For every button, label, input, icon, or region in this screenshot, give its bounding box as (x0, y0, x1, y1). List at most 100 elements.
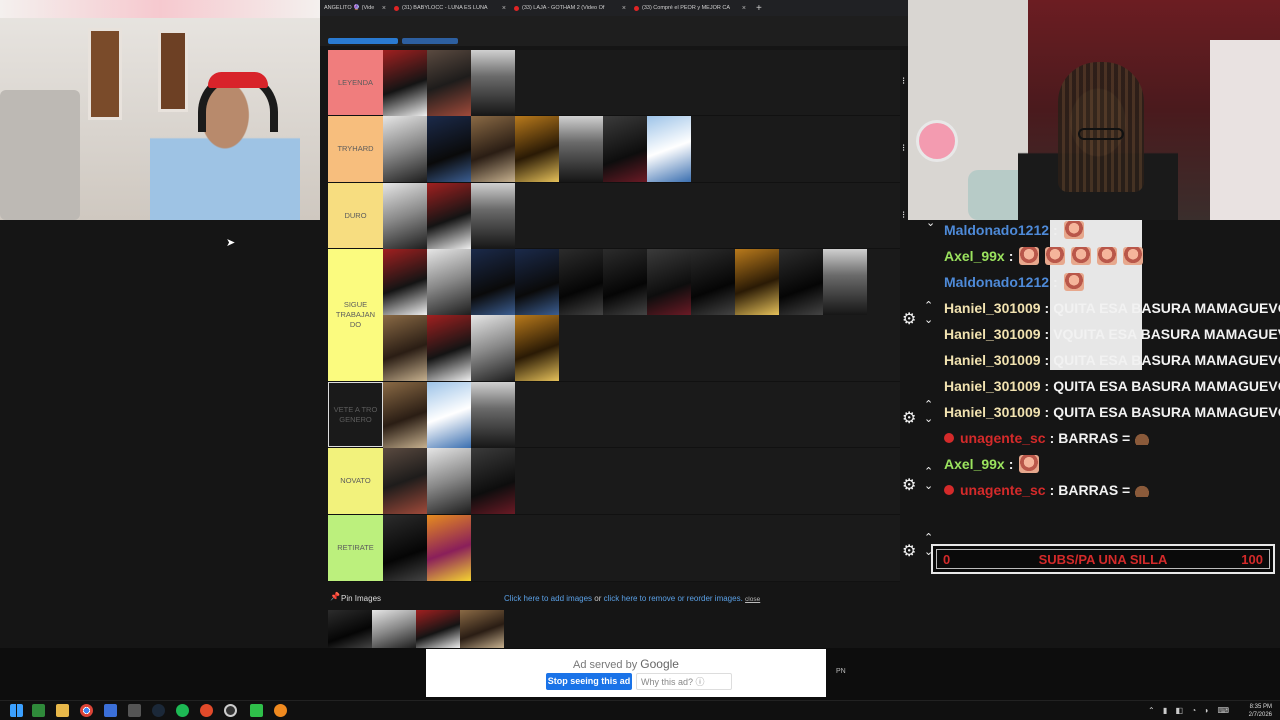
media-icon[interactable] (200, 704, 213, 717)
tier-label[interactable]: NOVATO (328, 448, 383, 514)
folder-icon[interactable] (56, 704, 69, 717)
tier-menu-icon[interactable]: ⁝ (902, 76, 910, 87)
tier-label[interactable]: RETIRATE (328, 515, 383, 581)
chevron-down-icon[interactable]: ⌄ (924, 315, 933, 326)
tier-image[interactable] (383, 116, 427, 182)
browser-icon[interactable] (274, 704, 287, 717)
app-icon[interactable] (104, 704, 117, 717)
why-this-ad-button[interactable]: Why this ad? ⓘ (636, 673, 732, 690)
close-icon[interactable]: × (502, 5, 506, 12)
close-icon[interactable]: × (622, 5, 626, 12)
tier-image[interactable] (383, 249, 427, 315)
chat-separator: : (1044, 378, 1050, 394)
tier-image[interactable] (427, 116, 471, 182)
chat-username: Haniel_301009 (944, 378, 1041, 394)
gear-icon[interactable]: ⚙ (902, 541, 916, 561)
browser-tab[interactable]: ANGELITO 🔮 (Vide × (320, 0, 390, 16)
tier-image[interactable] (471, 50, 515, 116)
chevron-down-icon[interactable]: ⌄ (924, 414, 933, 425)
tier-image[interactable] (647, 249, 691, 315)
new-tab-button[interactable]: + (750, 3, 762, 14)
steam-icon[interactable] (152, 704, 165, 717)
close-icon[interactable]: × (742, 5, 746, 12)
tier-items (383, 183, 900, 249)
tier-image[interactable] (383, 315, 427, 381)
tier-image[interactable] (559, 249, 603, 315)
obs-icon[interactable] (224, 704, 237, 717)
start-icon[interactable] (10, 704, 23, 717)
tier-image[interactable] (383, 183, 427, 249)
tab-title: (33) LAJA - GOTHAM 2 (Video Of (522, 5, 605, 11)
tier-image[interactable] (647, 116, 691, 182)
tier-image[interactable] (427, 448, 471, 514)
chat-message: Haniel_301009 : QUITA ESA BASURA MAMAGUE… (944, 373, 1280, 399)
spotify-icon[interactable] (176, 704, 189, 717)
tier-image[interactable] (515, 249, 559, 315)
chevron-up-icon[interactable]: ⌃ (924, 533, 933, 544)
tier-image[interactable] (427, 382, 471, 448)
tier-image[interactable] (471, 183, 515, 249)
chat-message: unagente_sc : BARRAS = (944, 425, 1151, 451)
gear-icon[interactable]: ⚙ (902, 475, 916, 495)
tier-image[interactable] (823, 249, 867, 315)
chevron-up-icon[interactable]: ⌃ (924, 467, 933, 478)
terminal-icon[interactable] (32, 704, 45, 717)
tier-image[interactable] (471, 315, 515, 381)
tier-label[interactable]: TRYHARD (328, 116, 383, 182)
close-icon[interactable]: × (382, 5, 386, 12)
tier-image[interactable] (383, 50, 427, 116)
tier-image[interactable] (427, 515, 471, 581)
tier-image[interactable] (779, 249, 823, 315)
gear-icon[interactable]: ⚙ (902, 309, 916, 329)
pinned-image[interactable] (460, 610, 504, 648)
remove-images-link[interactable]: click here to remove or reorder images. (604, 594, 743, 603)
tier-image[interactable] (383, 382, 427, 448)
tier-image[interactable] (471, 116, 515, 182)
tier-image[interactable] (427, 315, 471, 381)
tier-label[interactable]: SIGUE TRABAJAN DO (328, 249, 383, 381)
tier-image[interactable] (603, 249, 647, 315)
tier-image[interactable] (471, 448, 515, 514)
browser-tab[interactable]: (31) BABYLOCC - LUNA ES LUNA × (390, 0, 510, 16)
tier-image[interactable] (559, 116, 603, 182)
pinned-image[interactable] (328, 610, 372, 648)
tier-label[interactable]: VETE A TRO GENERO (328, 382, 383, 447)
tier-image[interactable] (427, 183, 471, 249)
chevron-up-icon[interactable]: ⌃ (924, 301, 933, 312)
chrome-icon[interactable] (80, 704, 93, 717)
tier-image[interactable] (427, 50, 471, 116)
tier-label[interactable]: DURO (328, 183, 383, 248)
clock[interactable]: 8:35 PM 2/7/2026 (1249, 703, 1272, 719)
browser-tab[interactable]: (33) Compré el PEOR y MEJOR CA × (630, 0, 750, 16)
tier-menu-icon[interactable]: ⁝ (902, 143, 910, 154)
pinned-image[interactable] (372, 610, 416, 648)
tier-image[interactable] (691, 249, 735, 315)
tier-image[interactable] (471, 382, 515, 448)
screen: ANGELITO 🔮 (Vide × (31) BABYLOCC - LUNA … (0, 0, 1280, 720)
browser-tab[interactable]: (33) LAJA - GOTHAM 2 (Video Of × (510, 0, 630, 16)
toolbar-button[interactable] (328, 38, 398, 44)
gear-icon[interactable]: ⚙ (902, 408, 916, 428)
add-images-link[interactable]: Click here to add images (504, 594, 592, 603)
tier-image[interactable] (383, 515, 427, 581)
pinned-image[interactable] (416, 610, 460, 648)
chevron-up-icon[interactable]: ⌃ (924, 400, 933, 411)
tier-label[interactable]: LEYENDA (328, 50, 383, 115)
emote-icon (1019, 455, 1040, 473)
tier-image[interactable] (427, 249, 471, 315)
system-tray-icons[interactable]: ⌃ ▮ ◧ ◔ ◗ ⌨ (1148, 706, 1232, 715)
chevron-down-icon[interactable]: ⌄ (926, 218, 935, 229)
tier-image[interactable] (383, 448, 427, 514)
app-icon[interactable] (250, 704, 263, 717)
tier-image[interactable] (515, 116, 559, 182)
pen-icon[interactable] (128, 704, 141, 717)
tier-image[interactable] (735, 249, 779, 315)
tier-image[interactable] (471, 249, 515, 315)
webcam-left (0, 0, 320, 220)
tier-image[interactable] (603, 116, 647, 182)
close-link[interactable]: close (745, 596, 760, 603)
stop-seeing-ad-button[interactable]: Stop seeing this ad (546, 673, 632, 690)
chevron-down-icon[interactable]: ⌄ (924, 481, 933, 492)
toolbar-button[interactable] (402, 38, 458, 44)
tier-image[interactable] (515, 315, 559, 381)
